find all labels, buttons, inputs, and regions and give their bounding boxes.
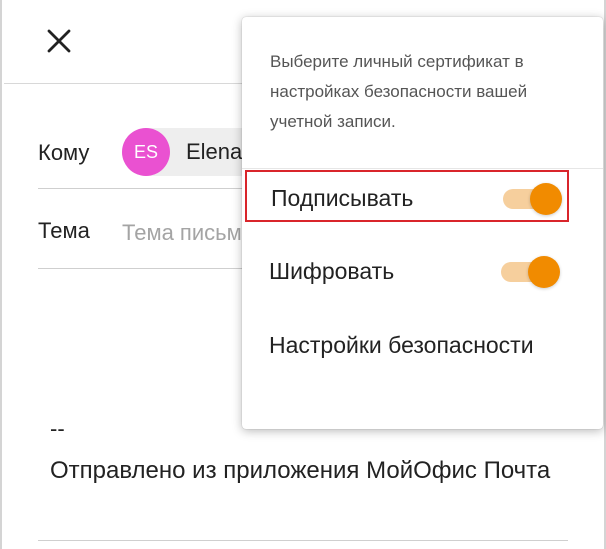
subject-label: Тема [38, 218, 90, 243]
sign-toggle-knob [530, 183, 562, 215]
avatar: ES [122, 128, 170, 176]
menu-item-sign-label: Подписывать [271, 185, 414, 211]
security-settings-item[interactable]: Настройки безопасности [269, 329, 569, 362]
sign-toggle[interactable] [503, 183, 562, 215]
to-label: Кому [38, 140, 90, 165]
subject-divider [38, 268, 258, 269]
security-popup: Выберите личный сертификат в настройках … [242, 17, 603, 429]
certificate-info-text: Выберите личный сертификат в настройках … [270, 52, 528, 131]
signature-dash: -- [50, 416, 65, 441]
encrypt-toggle[interactable] [501, 256, 560, 288]
close-button[interactable] [42, 24, 76, 58]
encrypt-toggle-knob [528, 256, 560, 288]
popup-divider [242, 168, 603, 169]
recipient-name: Elena [186, 139, 243, 164]
menu-item-sign[interactable]: Подписывать [245, 170, 569, 222]
body-bottom-divider [38, 540, 568, 541]
close-icon [47, 29, 71, 53]
menu-item-encrypt[interactable]: Шифровать [245, 245, 569, 297]
menu-item-encrypt-label: Шифровать [269, 258, 395, 284]
to-divider [38, 188, 258, 189]
signature-text: Отправлено из приложения МойОфис Почта [50, 457, 551, 484]
